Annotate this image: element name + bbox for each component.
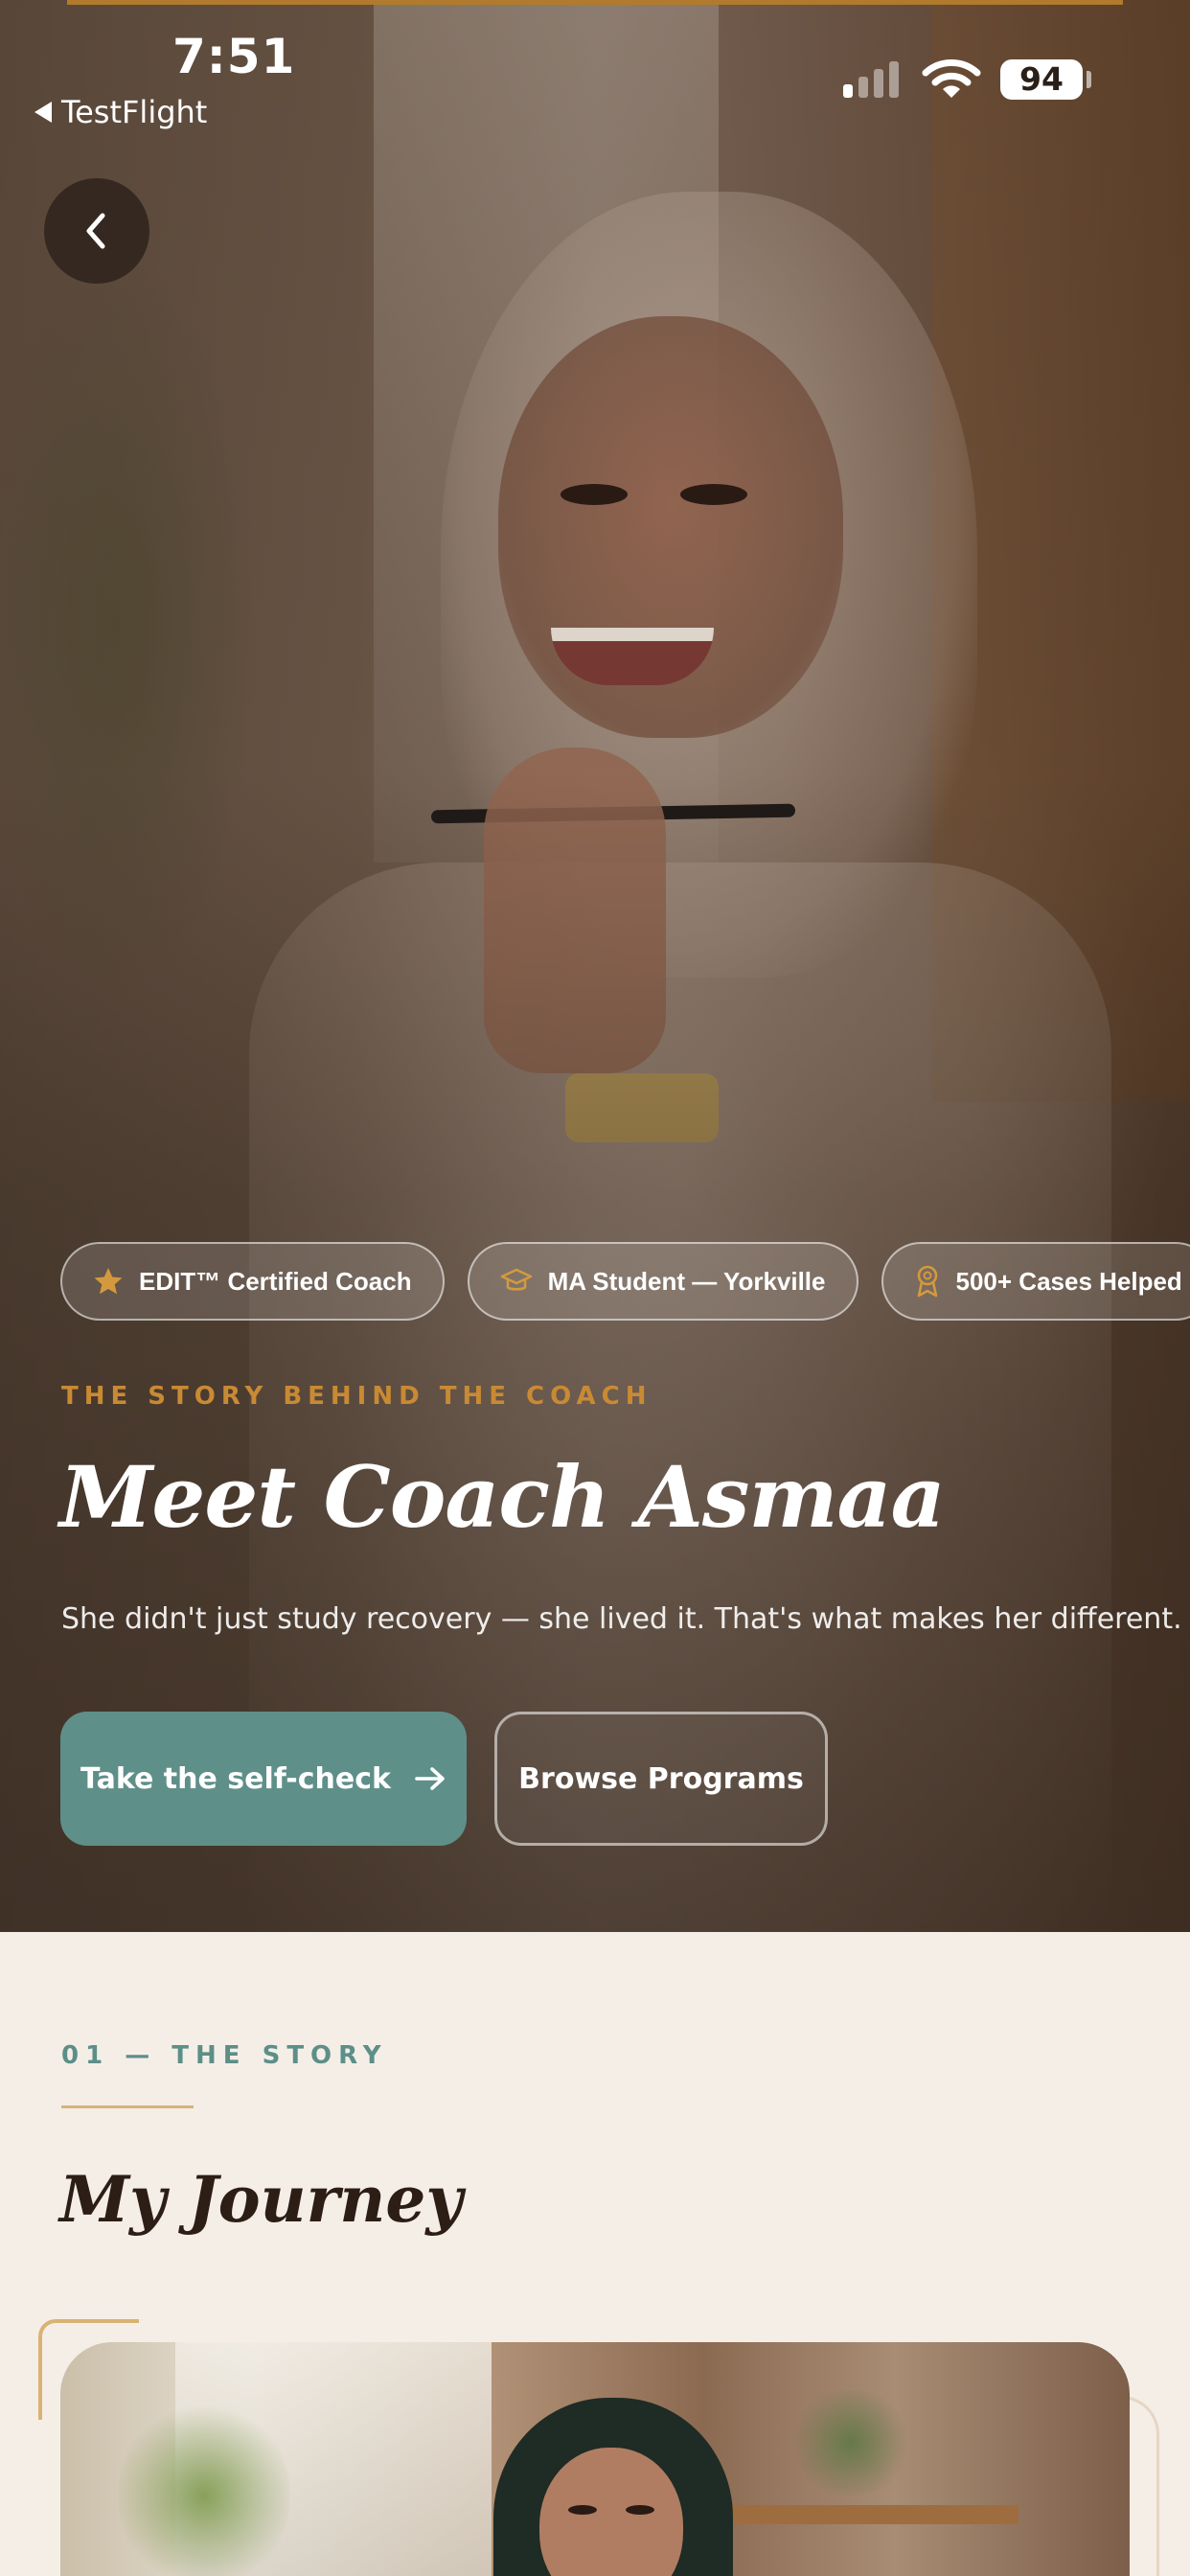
journey-photo — [60, 2342, 1130, 2576]
award-ribbon-icon — [917, 1265, 937, 1298]
badge-label: 500+ Cases Helped — [955, 1266, 1182, 1296]
hero-top-accent-line — [67, 0, 1123, 5]
hero-subtitle: She didn't just study recovery — she liv… — [61, 1602, 1182, 1636]
badge-certified-coach: EDIT™ Certified Coach — [60, 1242, 445, 1321]
badge-cases-helped: 500+ Cases Helped — [881, 1242, 1190, 1321]
self-check-button[interactable]: Take the self-check — [60, 1712, 467, 1846]
hero-eyebrow: THE STORY BEHIND THE COACH — [61, 1382, 652, 1411]
page-title: Meet Coach Asmaa — [59, 1447, 946, 1547]
graduation-cap-icon — [500, 1268, 532, 1291]
status-back-to-app[interactable]: TestFlight — [34, 94, 207, 130]
back-triangle-icon — [34, 102, 52, 123]
browse-programs-button[interactable]: Browse Programs — [494, 1712, 828, 1846]
arrow-right-icon — [415, 1767, 445, 1790]
cellular-signal-icon — [843, 59, 899, 98]
back-button[interactable] — [44, 178, 149, 284]
star-icon — [94, 1268, 123, 1295]
badge-label: EDIT™ Certified Coach — [139, 1266, 412, 1296]
battery-indicator: 94 — [1000, 59, 1083, 100]
badge-label: MA Student — Yorkville — [547, 1266, 826, 1296]
wifi-icon — [922, 59, 981, 98]
badge-ma-student: MA Student — Yorkville — [467, 1242, 858, 1321]
battery-nub — [1087, 71, 1091, 88]
section-label: 01 — THE STORY — [61, 2041, 388, 2070]
status-time: 7:51 — [172, 29, 296, 84]
status-back-label: TestFlight — [61, 94, 208, 130]
section-divider — [61, 2105, 194, 2108]
hero-section: 7:51 TestFlight 94 EDIT™ Certified Coach — [0, 0, 1190, 1932]
credential-badges: EDIT™ Certified Coach MA Student — Yorkv… — [60, 1242, 1190, 1321]
section-title: My Journey — [59, 2162, 463, 2237]
self-check-button-label: Take the self-check — [80, 1761, 391, 1796]
hero-overlay — [0, 0, 1190, 1932]
chevron-left-icon — [86, 213, 105, 249]
